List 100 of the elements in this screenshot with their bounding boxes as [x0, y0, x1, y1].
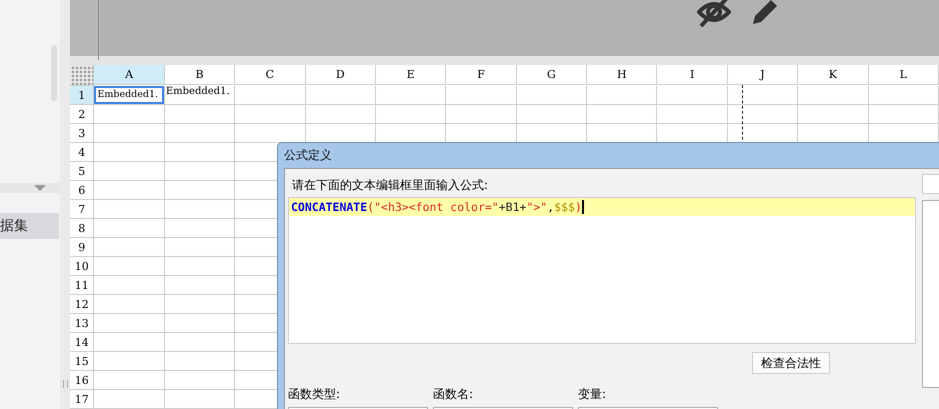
table-cell[interactable]: [728, 105, 798, 124]
table-cell[interactable]: [94, 314, 165, 333]
table-cell[interactable]: [94, 295, 165, 314]
sidebar-item[interactable]: 据集: [0, 213, 59, 239]
column-header[interactable]: F: [446, 65, 517, 85]
table-cell[interactable]: [868, 105, 939, 124]
table-cell[interactable]: [94, 276, 165, 295]
row-header[interactable]: 15: [70, 352, 94, 371]
table-cell[interactable]: [657, 86, 728, 105]
table-cell[interactable]: [94, 143, 165, 162]
table-cell[interactable]: [94, 352, 165, 371]
table-cell[interactable]: [94, 105, 165, 124]
table-cell[interactable]: [376, 86, 446, 105]
table-cell[interactable]: [164, 333, 236, 352]
row-header[interactable]: 5: [70, 162, 94, 181]
row-header[interactable]: 4: [70, 143, 94, 162]
table-cell[interactable]: [446, 86, 517, 105]
window-title: 公式定义: [284, 148, 332, 162]
row-header[interactable]: 14: [70, 333, 94, 352]
table-cell[interactable]: [94, 162, 165, 181]
ruler: [98, 0, 99, 60]
table-cell[interactable]: [164, 238, 236, 257]
column-header[interactable]: I: [657, 65, 728, 85]
resize-grip-icon[interactable]: [63, 380, 68, 388]
column-header[interactable]: L: [868, 65, 939, 85]
table-cell[interactable]: [94, 181, 165, 200]
table-cell[interactable]: [587, 105, 658, 124]
table-cell[interactable]: [164, 105, 236, 124]
splitter-bar[interactable]: [0, 183, 60, 193]
field-label: 函数类型:: [288, 386, 342, 403]
table-cell[interactable]: [587, 86, 658, 105]
table-cell[interactable]: [376, 105, 446, 124]
dropdown-arrow-icon[interactable]: [34, 185, 46, 191]
field-label: 函数名:: [433, 386, 474, 403]
hidden-eye-icon[interactable]: [697, 0, 731, 28]
table-cell[interactable]: [235, 105, 306, 124]
table-cell[interactable]: [306, 86, 376, 105]
row-header[interactable]: 6: [70, 181, 94, 200]
table-cell[interactable]: Embedded1.: [164, 86, 236, 105]
table-cell[interactable]: [94, 238, 165, 257]
row-header[interactable]: 13: [70, 314, 94, 333]
table-cell[interactable]: [164, 257, 236, 276]
table-cell[interactable]: [164, 276, 236, 295]
table-cell[interactable]: [164, 295, 236, 314]
pencil-icon[interactable]: [750, 0, 780, 27]
row-header[interactable]: 2: [70, 105, 94, 124]
table-cell[interactable]: [94, 124, 165, 143]
table-cell[interactable]: [306, 105, 376, 124]
table-cell[interactable]: [446, 105, 517, 124]
table-cell[interactable]: [164, 314, 236, 333]
table-cell[interactable]: [164, 352, 236, 371]
row-header[interactable]: 7: [70, 200, 94, 219]
check-validity-button[interactable]: 检查合法性: [752, 352, 830, 374]
row-header[interactable]: 17: [70, 390, 94, 409]
table-cell[interactable]: [516, 105, 588, 124]
table-cell[interactable]: [235, 86, 306, 105]
prompt-label: 请在下面的文本编辑框里面输入公式:: [292, 177, 490, 193]
row-header[interactable]: 9: [70, 238, 94, 257]
column-header[interactable]: H: [587, 65, 658, 85]
row-header[interactable]: 12: [70, 295, 94, 314]
table-cell[interactable]: [868, 86, 939, 105]
table-cell[interactable]: [516, 86, 588, 105]
column-header[interactable]: A: [94, 65, 165, 85]
field-label: 变量:: [578, 386, 608, 403]
table-cell[interactable]: [798, 86, 869, 105]
column-header[interactable]: C: [235, 65, 306, 85]
table-cell[interactable]: [164, 390, 236, 409]
row-header[interactable]: 16: [70, 371, 94, 390]
row-header[interactable]: 1: [70, 86, 94, 105]
table-cell[interactable]: [94, 257, 165, 276]
scrollbar-thumb[interactable]: [51, 45, 57, 101]
table-cell[interactable]: [164, 219, 236, 238]
table-cell[interactable]: [728, 86, 798, 105]
table-cell[interactable]: [164, 200, 236, 219]
table-cell[interactable]: [164, 181, 236, 200]
column-header[interactable]: G: [516, 65, 588, 85]
table-cell[interactable]: [94, 333, 165, 352]
column-header[interactable]: D: [306, 65, 376, 85]
row-header[interactable]: 10: [70, 257, 94, 276]
table-cell[interactable]: [94, 390, 165, 409]
table-cell[interactable]: [94, 200, 165, 219]
column-header[interactable]: E: [376, 65, 446, 85]
column-header[interactable]: J: [728, 65, 798, 85]
table-cell[interactable]: Embedded1.: [94, 86, 165, 105]
table-cell[interactable]: [94, 219, 165, 238]
column-header[interactable]: K: [798, 65, 869, 85]
row-header[interactable]: 3: [70, 124, 94, 143]
table-cell[interactable]: [164, 371, 236, 390]
table-cell[interactable]: [164, 162, 236, 181]
formula-text: CONCATENATE("<h3><font color="+B1+">",$$$): [289, 198, 915, 216]
table-cell[interactable]: [164, 124, 236, 143]
column-header[interactable]: B: [164, 65, 236, 85]
row-header[interactable]: 8: [70, 219, 94, 238]
table-cell[interactable]: [798, 105, 869, 124]
table-cell[interactable]: [164, 143, 236, 162]
formula-editor[interactable]: CONCATENATE("<h3><font color="+B1+">",$$$): [288, 197, 916, 344]
row-header[interactable]: 11: [70, 276, 94, 295]
table-cell[interactable]: [657, 105, 728, 124]
select-all-icon[interactable]: [70, 65, 94, 86]
table-cell[interactable]: [94, 371, 165, 390]
